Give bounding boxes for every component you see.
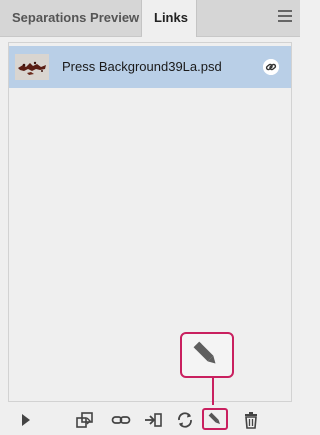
- play-icon[interactable]: [16, 409, 38, 431]
- pencil-icon: [193, 341, 216, 364]
- tab-links[interactable]: Links: [142, 0, 197, 37]
- tab-separations-preview[interactable]: Separations Preview: [0, 0, 142, 36]
- link-row[interactable]: Press Background39La.psd: [9, 46, 291, 88]
- link-thumbnail: [15, 54, 49, 80]
- links-toolbar: [0, 405, 300, 435]
- edit-original-icon[interactable]: [202, 408, 228, 430]
- update-link-icon[interactable]: [174, 409, 196, 431]
- link-filename: Press Background39La.psd: [62, 59, 222, 74]
- relink-to-folder-icon[interactable]: [74, 409, 96, 431]
- tab-bar: Separations Preview Links: [0, 0, 300, 37]
- trash-icon[interactable]: [240, 409, 262, 431]
- links-list[interactable]: Press Background39La.psd: [8, 42, 292, 402]
- hamburger-menu-icon[interactable]: [278, 10, 292, 24]
- relink-icon[interactable]: [110, 409, 132, 431]
- embedded-link-icon[interactable]: [263, 59, 279, 75]
- links-panel: Separations Preview Links Press Backgrou…: [0, 0, 300, 435]
- go-to-link-icon[interactable]: [142, 409, 164, 431]
- edit-original-callout: [180, 332, 234, 378]
